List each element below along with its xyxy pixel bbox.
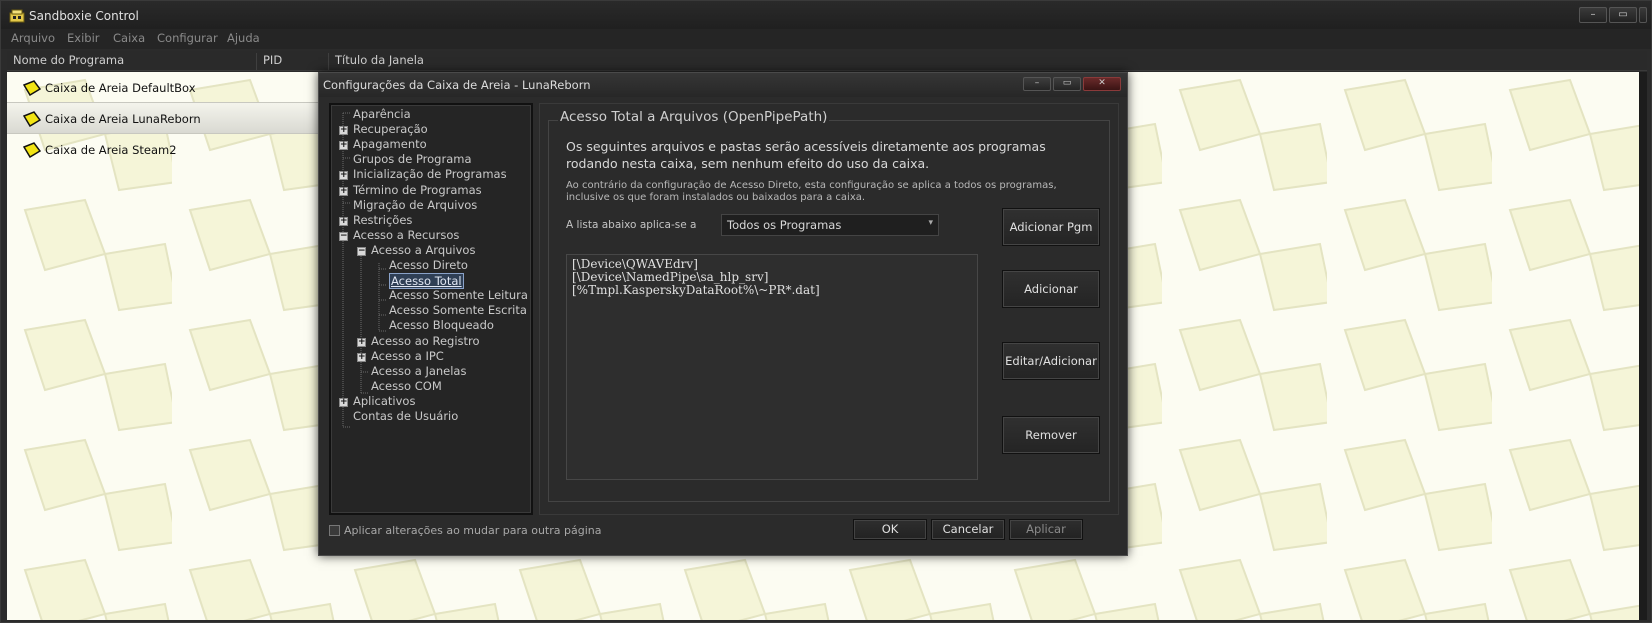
applies-to-label: A lista abaixo aplica-se a xyxy=(566,219,697,231)
tree-item[interactable]: Acesso Direto xyxy=(389,258,468,272)
sandbox-row-lunareborn[interactable]: Caixa de Areia LunaReborn xyxy=(7,102,329,134)
path-item[interactable]: [%Tmpl.KasperskyDataRoot%\~PR*.dat] xyxy=(572,284,972,297)
sandbox-label: Caixa de Areia LunaReborn xyxy=(45,112,201,126)
tree-item[interactable]: Acesso a Arquivos xyxy=(371,243,475,257)
sandbox-label: Caixa de Areia DefaultBox xyxy=(45,81,196,95)
apply-on-change-checkbox[interactable] xyxy=(329,525,340,536)
tree-item[interactable]: Aplicativos xyxy=(353,394,415,408)
tree-item[interactable]: Acesso Bloqueado xyxy=(389,318,494,332)
dialog-maximize-button[interactable]: ▭ xyxy=(1053,77,1081,91)
tree-item[interactable]: Acesso COM xyxy=(371,379,442,393)
tree-item[interactable]: Término de Programas xyxy=(353,183,482,197)
menu-bar: Arquivo Exibir Caixa Configurar Ajuda xyxy=(1,29,1651,49)
tree-expander-icon[interactable]: + xyxy=(339,397,348,407)
tree-item[interactable]: Inicialização de Programas xyxy=(353,167,507,181)
tree-expander-icon[interactable]: − xyxy=(339,231,348,241)
ok-button[interactable]: OK xyxy=(853,519,927,540)
tree-item[interactable]: Acesso a Recursos xyxy=(353,228,459,242)
tree-expander-icon[interactable]: + xyxy=(357,352,366,362)
tree-item[interactable]: Acesso ao Registro xyxy=(371,334,480,348)
menu-arquivo[interactable]: Arquivo xyxy=(11,31,55,45)
sandboxie-app-icon xyxy=(9,9,25,23)
description-subtext: Ao contrário da configuração de Acesso D… xyxy=(566,180,1057,203)
cancel-button[interactable]: Cancelar xyxy=(931,519,1005,540)
maximize-button[interactable]: ▭ xyxy=(1609,7,1637,23)
menu-ajuda[interactable]: Ajuda xyxy=(227,31,260,45)
column-window-title[interactable]: Título da Janela xyxy=(329,53,1647,70)
tree-expander-icon[interactable]: + xyxy=(339,141,348,151)
tree-expander-icon[interactable]: + xyxy=(357,337,366,347)
title-bar: Sandboxie Control – ▭ xyxy=(1,1,1651,31)
tree-expander-icon[interactable]: + xyxy=(339,216,348,226)
program-select-value: Todos os Programas xyxy=(727,218,842,232)
column-pid[interactable]: PID xyxy=(257,53,329,70)
settings-content: Acesso Total a Arquivos (OpenPipePath) O… xyxy=(539,103,1119,515)
sandbox-label: Caixa de Areia Steam2 xyxy=(45,143,177,157)
tree-item[interactable]: Acesso a Janelas xyxy=(371,364,466,378)
apply-on-change-label[interactable]: Aplicar alterações ao mudar para outra p… xyxy=(344,524,601,537)
column-header: Nome do Programa PID Título da Janela xyxy=(7,51,1647,71)
sandbox-yellow-icon xyxy=(23,142,41,158)
sandbox-yellow-icon xyxy=(23,111,41,127)
minimize-button[interactable]: – xyxy=(1579,7,1607,23)
group-title: Acesso Total a Arquivos (OpenPipePath) xyxy=(558,109,830,125)
column-program-name[interactable]: Nome do Programa xyxy=(7,53,257,70)
settings-tree: Aparência + Recuperação + Apagamento Grupos d… xyxy=(329,103,533,515)
tree-item[interactable]: Recuperação xyxy=(353,122,428,136)
tree-item[interactable]: Contas de Usuário xyxy=(353,409,458,423)
tree-expander-icon[interactable]: − xyxy=(357,246,366,256)
add-program-button[interactable]: Adicionar Pgm xyxy=(1002,208,1100,246)
sandbox-row-steam2[interactable]: Caixa de Areia Steam2 xyxy=(7,134,327,166)
sandbox-yellow-icon xyxy=(23,80,41,96)
chevron-down-icon: ▾ xyxy=(928,218,933,228)
dialog-title-bar: Configurações da Caixa de Areia - LunaRe… xyxy=(319,73,1127,97)
tree-expander-icon[interactable]: + xyxy=(339,126,348,136)
sandbox-row-defaultbox[interactable]: Caixa de Areia DefaultBox xyxy=(7,72,327,104)
tree-item[interactable]: Acesso Somente Leitura xyxy=(389,288,528,302)
apply-button[interactable]: Aplicar xyxy=(1009,519,1083,540)
tree-item[interactable]: Restrições xyxy=(353,213,412,227)
menu-configurar[interactable]: Configurar xyxy=(157,31,218,45)
edit-add-button[interactable]: Editar/Adicionar xyxy=(1002,342,1100,380)
app-title: Sandboxie Control xyxy=(29,9,139,23)
tree-item[interactable]: Grupos de Programa xyxy=(353,152,472,166)
tree-expander-icon[interactable]: + xyxy=(339,171,348,181)
tree-item[interactable]: Apagamento xyxy=(353,137,427,151)
program-select[interactable]: Todos os Programas ▾ xyxy=(721,214,939,236)
tree-item[interactable]: Acesso Total xyxy=(389,273,464,290)
tree-expander-icon[interactable]: + xyxy=(339,186,348,196)
dialog-title: Configurações da Caixa de Areia - LunaRe… xyxy=(323,78,591,92)
path-list[interactable]: [\Device\QWAVEdrv] [\Device\NamedPipe\sa… xyxy=(566,254,978,480)
menu-caixa[interactable]: Caixa xyxy=(113,31,145,45)
remove-button[interactable]: Remover xyxy=(1002,416,1100,454)
menu-exibir[interactable]: Exibir xyxy=(67,31,100,45)
vertical-scrollbar[interactable] xyxy=(1639,72,1647,620)
tree-item[interactable]: Migração de Arquivos xyxy=(353,198,477,212)
tree-item[interactable]: Aparência xyxy=(353,107,411,121)
close-button[interactable] xyxy=(1639,7,1647,23)
tree-item[interactable]: Acesso a IPC xyxy=(371,349,444,363)
sandbox-settings-dialog: Configurações da Caixa de Areia - LunaRe… xyxy=(318,72,1128,556)
dialog-minimize-button[interactable]: – xyxy=(1023,77,1051,91)
description-text: Os seguintes arquivos e pastas serão ace… xyxy=(566,139,1046,171)
dialog-close-button[interactable]: ✕ xyxy=(1083,77,1121,91)
add-button[interactable]: Adicionar xyxy=(1002,270,1100,308)
tree-item[interactable]: Acesso Somente Escrita xyxy=(389,303,527,317)
